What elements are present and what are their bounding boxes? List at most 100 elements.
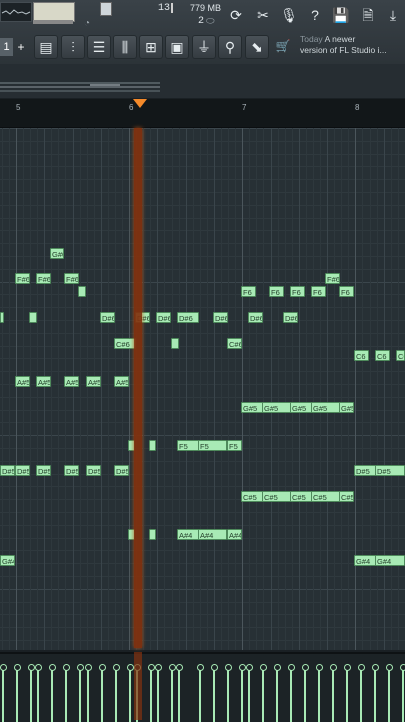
velocity-bar[interactable] — [2, 670, 4, 722]
velocity-handle[interactable] — [197, 664, 204, 671]
piano-roll-icon[interactable]: ⫼ — [113, 35, 137, 59]
save-as-icon[interactable]: 🗎 — [357, 4, 379, 26]
velocity-bar[interactable] — [241, 670, 243, 722]
velocity-handle[interactable] — [148, 664, 155, 671]
note[interactable]: C#5 — [241, 491, 263, 502]
plug-icon[interactable]: ⏚ — [192, 35, 216, 59]
oscilloscope-display[interactable] — [0, 2, 32, 22]
note[interactable] — [0, 312, 4, 323]
audio-icon[interactable]: ⬊ — [245, 35, 269, 59]
note[interactable] — [171, 338, 179, 349]
note[interactable] — [29, 312, 37, 323]
velocity-handle[interactable] — [63, 664, 70, 671]
record-icon[interactable]: ⚲ — [218, 35, 242, 59]
velocity-bar[interactable] — [171, 670, 173, 722]
velocity-bar[interactable] — [213, 670, 215, 722]
velocity-bar[interactable] — [157, 670, 159, 722]
note[interactable]: D#5 — [15, 465, 30, 476]
note[interactable]: F6 — [269, 286, 284, 297]
velocity-handle[interactable] — [358, 664, 365, 671]
velocity-bar[interactable] — [388, 670, 390, 722]
undo-icon[interactable]: ⟳ — [225, 4, 247, 26]
note[interactable]: G#5 — [339, 402, 354, 413]
shop-icon[interactable]: 🛒 — [272, 35, 294, 57]
velocity-handle[interactable] — [77, 664, 84, 671]
note[interactable]: D#6 — [213, 312, 228, 323]
velocity-handle[interactable] — [49, 664, 56, 671]
browser-icon[interactable]: ▣ — [165, 35, 189, 59]
note[interactable]: G#4 — [354, 555, 376, 566]
velocity-handle[interactable] — [330, 664, 337, 671]
velocity-bar[interactable] — [346, 670, 348, 722]
note[interactable]: G#5 — [241, 402, 263, 413]
note[interactable]: C#6 — [227, 338, 242, 349]
velocity-handle[interactable] — [14, 664, 21, 671]
pattern-selector[interactable]: 1 — [0, 38, 13, 56]
velocity-bar[interactable] — [360, 670, 362, 722]
download-icon[interactable]: ⤓ — [382, 4, 404, 26]
velocity-handle[interactable] — [155, 664, 162, 671]
playlist-icon[interactable]: ☰ — [87, 35, 111, 59]
velocity-lane[interactable] — [0, 652, 405, 722]
velocity-handle[interactable] — [274, 664, 281, 671]
velocity-handle[interactable] — [85, 664, 92, 671]
velocity-handle[interactable] — [176, 664, 183, 671]
velocity-bar[interactable] — [51, 670, 53, 722]
note[interactable]: A#5 — [15, 376, 30, 387]
velocity-handle[interactable] — [316, 664, 323, 671]
velocity-bar[interactable] — [178, 670, 180, 722]
note[interactable]: G#6 — [50, 248, 64, 259]
playhead-line[interactable] — [134, 128, 142, 648]
velocity-handle[interactable] — [211, 664, 218, 671]
note[interactable]: A#4 — [227, 529, 242, 540]
note[interactable]: F6 — [241, 286, 256, 297]
cut-tools-icon[interactable]: ✂ — [252, 4, 274, 26]
note[interactable]: D#6 — [283, 312, 298, 323]
velocity-handle[interactable] — [127, 664, 134, 671]
note[interactable]: F5 — [227, 440, 242, 451]
velocity-bar[interactable] — [87, 670, 89, 722]
velocity-handle[interactable] — [344, 664, 351, 671]
velocity-bar[interactable] — [101, 670, 103, 722]
piano-roll-grid[interactable]: G#6 F#6 F#6 F#6 F6 F6 F6 F6 F6 F#6 D#6 D… — [0, 128, 405, 650]
note[interactable]: C#5 — [262, 491, 291, 502]
note[interactable]: D#5 — [36, 465, 51, 476]
note[interactable]: F#6 — [64, 273, 79, 284]
note[interactable]: C6 — [354, 350, 369, 361]
velocity-handle[interactable] — [386, 664, 393, 671]
velocity-bar[interactable] — [332, 670, 334, 722]
velocity-handle[interactable] — [28, 664, 35, 671]
velocity-bar[interactable] — [30, 670, 32, 722]
velocity-bar[interactable] — [199, 670, 201, 722]
velocity-handle[interactable] — [260, 664, 267, 671]
velocity-bar[interactable] — [16, 670, 18, 722]
note[interactable]: A#5 — [64, 376, 79, 387]
velocity-handle[interactable] — [288, 664, 295, 671]
velocity-bar[interactable] — [150, 670, 152, 722]
note[interactable]: D#5 — [64, 465, 79, 476]
note[interactable]: F6 — [339, 286, 354, 297]
velocity-bar[interactable] — [402, 670, 404, 722]
velocity-handle[interactable] — [239, 664, 246, 671]
note[interactable] — [78, 286, 86, 297]
timeline-ruler[interactable]: 5 6 7 8 — [0, 99, 405, 128]
news-panel[interactable]: Today A newer version of FL Studio i... — [300, 34, 400, 60]
note[interactable]: A#4 — [198, 529, 227, 540]
velocity-handle[interactable] — [302, 664, 309, 671]
velocity-handle[interactable] — [225, 664, 232, 671]
velocity-bar[interactable] — [79, 670, 81, 722]
note[interactable]: G#4 — [0, 555, 15, 566]
note[interactable]: D#6 — [177, 312, 199, 323]
velocity-bar[interactable] — [262, 670, 264, 722]
note[interactable]: D#6 — [100, 312, 115, 323]
note[interactable]: D#5 — [0, 465, 15, 476]
note[interactable]: C#6 — [114, 338, 136, 349]
note[interactable]: A#5 — [36, 376, 51, 387]
note[interactable]: D#5 — [86, 465, 101, 476]
velocity-handle[interactable] — [99, 664, 106, 671]
note[interactable]: C6 — [375, 350, 390, 361]
note[interactable]: F5 — [177, 440, 199, 451]
velocity-bar[interactable] — [374, 670, 376, 722]
velocity-handle[interactable] — [372, 664, 379, 671]
note[interactable]: F#6 — [325, 273, 340, 284]
